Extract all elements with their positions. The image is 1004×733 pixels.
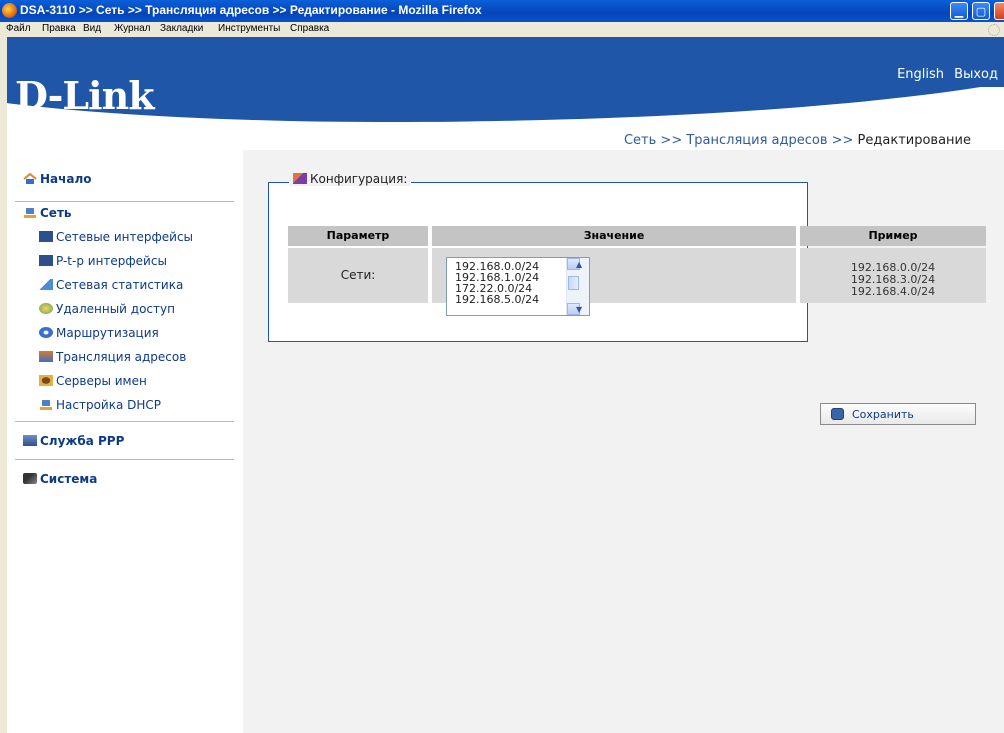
browser-window: DSA-3110 >> Сеть >> Трансляция адресов >… <box>0 0 1004 733</box>
header-example: Пример <box>800 226 986 246</box>
breadcrumb: Сеть >> Трансляция адресов >> Редактиров… <box>624 133 971 148</box>
scroll-thumb[interactable] <box>568 276 579 290</box>
sidebar-divider <box>15 421 234 422</box>
save-button-label: Сохранить <box>852 408 914 421</box>
networks-listbox[interactable]: 192.168.0.0/24 192.168.1.0/24 172.22.0.0… <box>446 257 590 316</box>
sidebar-item-network[interactable]: Сеть <box>23 206 72 220</box>
dhcp-icon <box>39 399 53 410</box>
menu-bar: Файл Правка Вид Журнал Закладки Инструме… <box>0 22 1004 37</box>
sidebar-item-ptp[interactable]: P-t-p интерфейсы <box>39 254 167 268</box>
header-value: Значение <box>432 226 796 246</box>
sidebar-item-interfaces[interactable]: Сетевые интерфейсы <box>39 230 193 244</box>
networks-label: Сети: <box>288 248 428 303</box>
scroll-down-icon[interactable]: ▼ <box>567 303 582 315</box>
scroll-up-icon[interactable]: ▲ <box>567 258 582 270</box>
sidebar-item-nat[interactable]: Трансляция адресов <box>39 350 186 364</box>
maximize-button[interactable]: ▢ <box>972 2 990 20</box>
ppp-icon <box>23 435 37 446</box>
sidebar-item-label: Настройка DHCP <box>56 398 162 412</box>
config-legend: Конфигурация: <box>289 172 412 186</box>
home-icon <box>23 173 37 184</box>
remote-access-icon <box>39 303 53 314</box>
system-icon <box>23 473 37 484</box>
sidebar-divider <box>15 201 234 202</box>
value-cell: 192.168.0.0/24 192.168.1.0/24 172.22.0.0… <box>432 248 796 316</box>
menu-history[interactable]: Журнал <box>114 23 151 34</box>
sidebar-item-label: Серверы имен <box>56 374 147 388</box>
sidebar-network-label: Сеть <box>40 206 72 220</box>
sidebar-item-statistics[interactable]: Сетевая статистика <box>39 278 183 292</box>
sidebar-system-label: Система <box>40 472 98 486</box>
dlink-logo: D-Link <box>15 73 155 118</box>
breadcrumb-path[interactable]: Сеть >> Трансляция адресов >> <box>624 133 858 148</box>
breadcrumb-current: Редактирование <box>857 133 971 148</box>
sidebar-item-label: Сетевая статистика <box>56 278 184 292</box>
menu-help[interactable]: Справка <box>290 23 329 34</box>
ptp-card-icon <box>39 255 53 266</box>
sidebar-item-routing[interactable]: Маршрутизация <box>39 326 159 340</box>
network-card-icon <box>39 231 53 242</box>
main-panel: Конфигурация: Параметр Значение Пример С… <box>243 150 1004 733</box>
disk-icon <box>831 408 844 420</box>
menu-tools[interactable]: Инструменты <box>218 23 280 34</box>
nat-icon <box>39 351 53 362</box>
window-title: DSA-3110 >> Сеть >> Трансляция адресов >… <box>20 3 482 17</box>
sidebar-item-label: Маршрутизация <box>56 326 159 340</box>
sidebar-item-system[interactable]: Система <box>23 472 97 486</box>
header-wave <box>7 87 1004 139</box>
sidebar-item-dns[interactable]: Серверы имен <box>39 374 147 388</box>
chart-icon <box>39 279 53 290</box>
menu-view[interactable]: Вид <box>83 23 101 34</box>
sidebar-item-label: P-t-p интерфейсы <box>56 254 167 268</box>
sidebar: Начало Сеть Сетевые интерфейсы P-t-p инт… <box>7 150 243 733</box>
sidebar-item-remote[interactable]: Удаленный доступ <box>39 302 175 316</box>
example-value: 192.168.4.0/24 <box>850 285 936 298</box>
logout-link[interactable]: Выход <box>954 67 998 82</box>
routing-icon <box>39 327 53 338</box>
example-cell: 192.168.0.0/24 192.168.3.0/24 192.168.4.… <box>800 248 986 303</box>
title-bar: DSA-3110 >> Сеть >> Трансляция адресов >… <box>0 0 1004 22</box>
configuration-icon <box>293 173 307 184</box>
english-link[interactable]: English <box>897 67 944 82</box>
sidebar-item-dhcp[interactable]: Настройка DHCP <box>39 398 161 412</box>
sidebar-item-label: Сетевые интерфейсы <box>56 230 194 244</box>
header-parameter: Параметр <box>288 226 428 246</box>
listbox-scrollbar[interactable]: ▲ ▼ <box>566 258 589 315</box>
config-legend-label: Конфигурация: <box>310 172 408 186</box>
sidebar-item-home[interactable]: Начало <box>23 172 92 186</box>
page-content: D-Link Building Networks for People Engl… <box>7 37 1004 733</box>
examples-list: 192.168.0.0/24 192.168.3.0/24 192.168.4.… <box>800 262 986 298</box>
sidebar-item-ppp[interactable]: Служба PPP <box>23 434 124 448</box>
close-button[interactable] <box>994 2 1004 20</box>
dns-icon <box>39 375 53 386</box>
throbber-icon <box>988 24 1000 36</box>
header-banner <box>7 37 1004 87</box>
sidebar-home-label: Начало <box>40 172 92 186</box>
sidebar-item-label: Трансляция адресов <box>56 350 187 364</box>
top-links: English Выход <box>891 67 998 82</box>
logo-tagline: Building Networks for People <box>16 113 128 122</box>
firefox-icon <box>2 3 17 18</box>
sidebar-divider <box>15 459 234 460</box>
menu-edit[interactable]: Правка <box>42 23 76 34</box>
save-button[interactable]: Сохранить <box>820 403 976 425</box>
sidebar-ppp-label: Служба PPP <box>40 434 125 448</box>
sidebar-item-label: Удаленный доступ <box>56 302 175 316</box>
computer-icon <box>23 207 37 218</box>
menu-bookmarks[interactable]: Закладки <box>160 23 203 34</box>
menu-file[interactable]: Файл <box>6 23 31 34</box>
minimize-button[interactable]: ▁ <box>950 2 968 20</box>
